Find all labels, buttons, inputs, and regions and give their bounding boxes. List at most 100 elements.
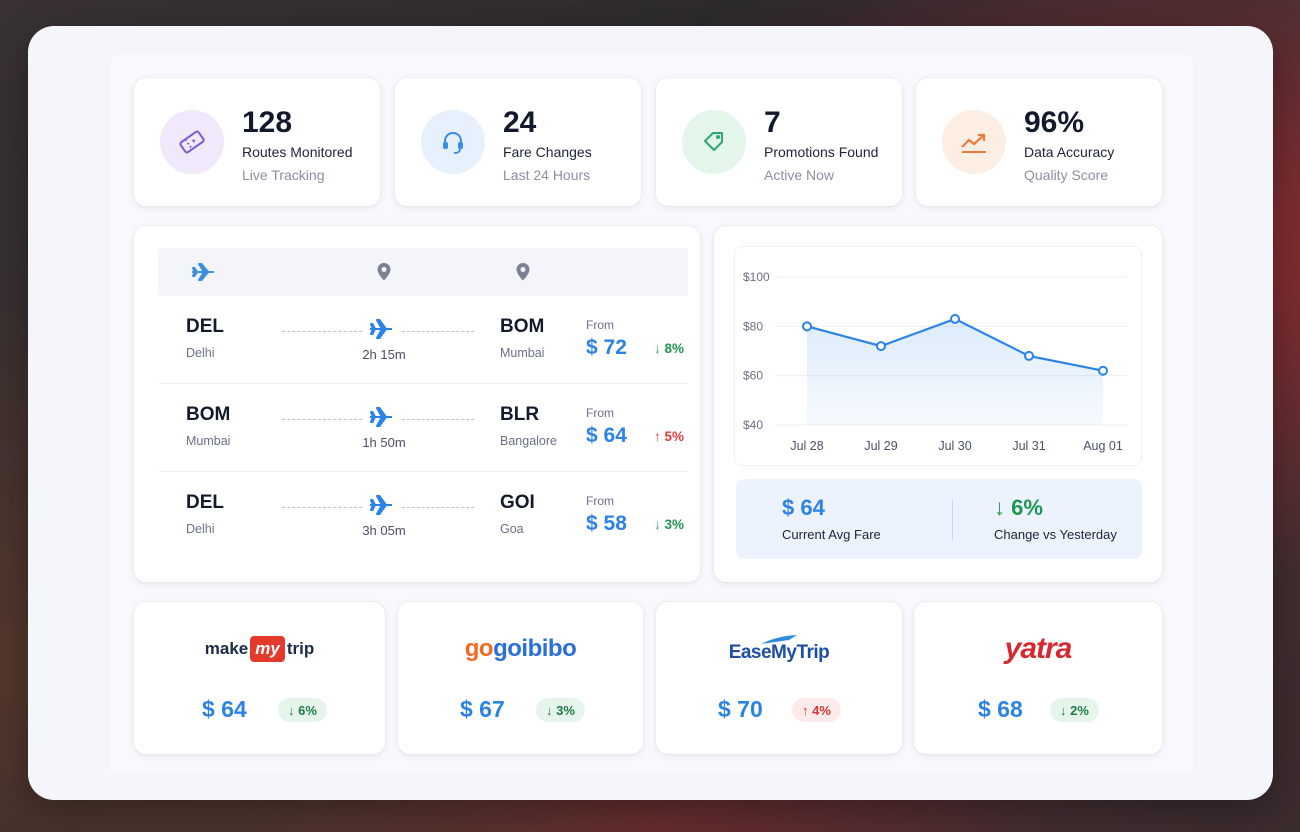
change-badge: ↓ 3% [536, 698, 585, 722]
route-line [282, 507, 362, 508]
from-label: From [586, 318, 614, 332]
data-point [1098, 365, 1108, 376]
stat-card-accuracy[interactable]: 96% Data Accuracy Quality Score [916, 78, 1162, 206]
provider-card-yatra[interactable]: yatra $ 68 ↓ 2% [914, 602, 1162, 754]
provider-price: $ 70 [718, 696, 763, 722]
route-change: ↓ 3% [653, 517, 684, 532]
stat-label: Data Accuracy [1024, 144, 1115, 160]
trend-up-icon [942, 110, 1006, 174]
stat-sub: Active Now [764, 167, 835, 183]
change-value: ↓ 6% [994, 495, 1043, 520]
route-row[interactable]: DEL Delhi 3h 05m GOI Goa From $ 58 ↓ 3% [158, 472, 688, 560]
x-tick-label: Jul 28 [790, 439, 823, 453]
stat-sub: Live Tracking [242, 167, 325, 183]
route-change: ↑ 5% [653, 429, 684, 444]
destination-code: GOI [500, 492, 535, 513]
fare-trend-chart: $100 $80 $60 $40 Jul 28 Jul 29 Jul 30 Jul 31 Aug… [734, 246, 1142, 466]
stat-value: 24 [503, 106, 537, 139]
provider-price: $ 64 [202, 696, 247, 722]
data-point [802, 321, 812, 332]
dashboard-panel: 128 Routes Monitored Live Tracking 24 Fa… [110, 54, 1193, 774]
origin-city: Delhi [186, 346, 215, 360]
route-price: $ 58 [586, 512, 627, 535]
route-row[interactable]: DEL Delhi 2h 15m BOM Mumbai From $ 72 ↓ … [158, 296, 688, 384]
provider-card-goibibo[interactable]: gogoibibo $ 67 ↓ 3% [398, 602, 643, 754]
line-chart-svg: $100 $80 $60 $40 Jul 28 Jul 29 Jul 30 Jul 31 Aug… [743, 270, 1127, 453]
stat-sub: Quality Score [1024, 167, 1109, 183]
route-line [402, 331, 474, 332]
destination-city: Goa [500, 522, 524, 536]
stat-card-routes[interactable]: 128 Routes Monitored Live Tracking [134, 78, 380, 206]
location-pin-icon [515, 262, 531, 287]
arrow-down-icon: ↓ [546, 702, 553, 718]
x-tick-label: Aug 01 [1083, 439, 1123, 453]
avg-fare-label: Current Avg Fare [782, 527, 881, 542]
x-tick-label: Jul 31 [1012, 439, 1045, 453]
ticket-icon [160, 110, 224, 174]
destination-city: Mumbai [500, 346, 545, 360]
provider-price: $ 67 [460, 696, 505, 722]
plane-icon [368, 494, 394, 521]
arrow-up-icon: ↑ [802, 702, 809, 718]
change-badge: ↓ 6% [278, 698, 327, 722]
routes-card: DEL Delhi 2h 15m BOM Mumbai From $ 72 ↓ … [134, 226, 700, 582]
route-line [402, 419, 474, 420]
fare-summary: $ 64 Current Avg Fare ↓ 6% Change vs Yes… [736, 479, 1142, 559]
origin-code: DEL [186, 316, 224, 337]
plane-icon [368, 406, 394, 433]
destination-code: BLR [500, 404, 540, 425]
data-point [1024, 350, 1034, 361]
stat-card-fares[interactable]: 24 Fare Changes Last 24 Hours [395, 78, 641, 206]
provider-card-makemytrip[interactable]: make my trip $ 64 ↓ 6% [134, 602, 385, 754]
dashboard-frame: 128 Routes Monitored Live Tracking 24 Fa… [28, 26, 1273, 800]
flight-duration: 2h 15m [362, 347, 406, 362]
provider-price: $ 68 [978, 696, 1023, 722]
route-price: $ 72 [586, 336, 627, 359]
plane-icon [368, 318, 394, 345]
routes-header [158, 248, 688, 296]
route-price: $ 64 [586, 424, 627, 447]
from-label: From [586, 406, 614, 420]
destination-city: Bangalore [500, 434, 557, 448]
makemytrip-logo: make my trip [134, 632, 385, 666]
x-tick-label: Jul 30 [938, 439, 971, 453]
stat-label: Fare Changes [503, 144, 592, 160]
route-line [282, 419, 362, 420]
origin-city: Mumbai [186, 434, 231, 448]
origin-code: BOM [186, 404, 231, 425]
arrow-down-icon: ↓ [994, 495, 1005, 520]
route-line [402, 507, 474, 508]
goibibo-logo: gogoibibo [464, 635, 577, 662]
stat-sub: Last 24 Hours [503, 167, 591, 183]
easemytrip-logo: EaseMyTrip [656, 632, 902, 666]
location-pin-icon [376, 262, 392, 287]
stat-value: 96% [1024, 106, 1085, 139]
provider-card-easemytrip[interactable]: EaseMyTrip $ 70 ↑ 4% [656, 602, 902, 754]
y-tick-label: $80 [743, 319, 763, 333]
origin-city: Delhi [186, 522, 215, 536]
divider [952, 499, 953, 541]
flight-duration: 3h 05m [362, 523, 406, 538]
y-tick-label: $100 [743, 270, 770, 284]
plane-icon [190, 262, 216, 287]
origin-code: DEL [186, 492, 224, 513]
stat-label: Promotions Found [764, 144, 879, 160]
route-change: ↓ 8% [653, 341, 684, 356]
from-label: From [586, 494, 614, 508]
route-line [282, 331, 362, 332]
arrow-up-icon: ↑ [653, 429, 661, 444]
destination-code: BOM [500, 316, 545, 337]
data-point [876, 341, 886, 352]
yatra-logo: yatra [1004, 632, 1073, 665]
avg-fare-value: $ 64 [782, 495, 825, 520]
stat-card-promotions[interactable]: 7 Promotions Found Active Now [656, 78, 902, 206]
arrow-down-icon: ↓ [288, 702, 295, 718]
route-row[interactable]: BOM Mumbai 1h 50m BLR Bangalore From $ 6… [158, 384, 688, 472]
data-point [950, 313, 960, 324]
series-area [807, 318, 1103, 425]
y-tick-label: $40 [743, 418, 763, 432]
arrow-down-icon: ↓ [653, 341, 661, 356]
y-tick-label: $60 [743, 369, 763, 383]
stat-value: 128 [242, 106, 293, 139]
stat-value: 7 [764, 106, 781, 139]
